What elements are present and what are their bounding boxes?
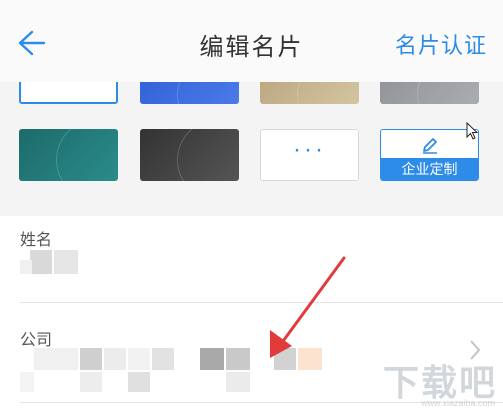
header-bar: 编辑名片 名片认证	[0, 0, 503, 83]
card-certification-button[interactable]: 名片认证	[395, 28, 487, 60]
template-gray[interactable]	[380, 82, 479, 104]
template-gold[interactable]	[260, 82, 359, 104]
custom-template-label: 企业定制	[381, 158, 478, 180]
name-field[interactable]	[0, 246, 503, 298]
more-templates-button[interactable]: ···	[260, 129, 359, 181]
watermark-url: www.xiazaiba.com	[420, 398, 495, 408]
pencil-icon	[423, 138, 437, 154]
template-dark[interactable]	[140, 129, 239, 181]
custom-template-button[interactable]: 企业定制	[380, 129, 479, 181]
section-divider	[0, 204, 503, 216]
template-white[interactable]	[19, 82, 118, 104]
template-teal[interactable]	[19, 129, 118, 181]
template-picker: ··· 企业定制	[0, 82, 503, 204]
watermark-logo: 下载吧 www.xiazaiba.com	[383, 354, 497, 408]
mouse-cursor-icon	[466, 122, 479, 140]
template-blue[interactable]	[140, 82, 239, 104]
